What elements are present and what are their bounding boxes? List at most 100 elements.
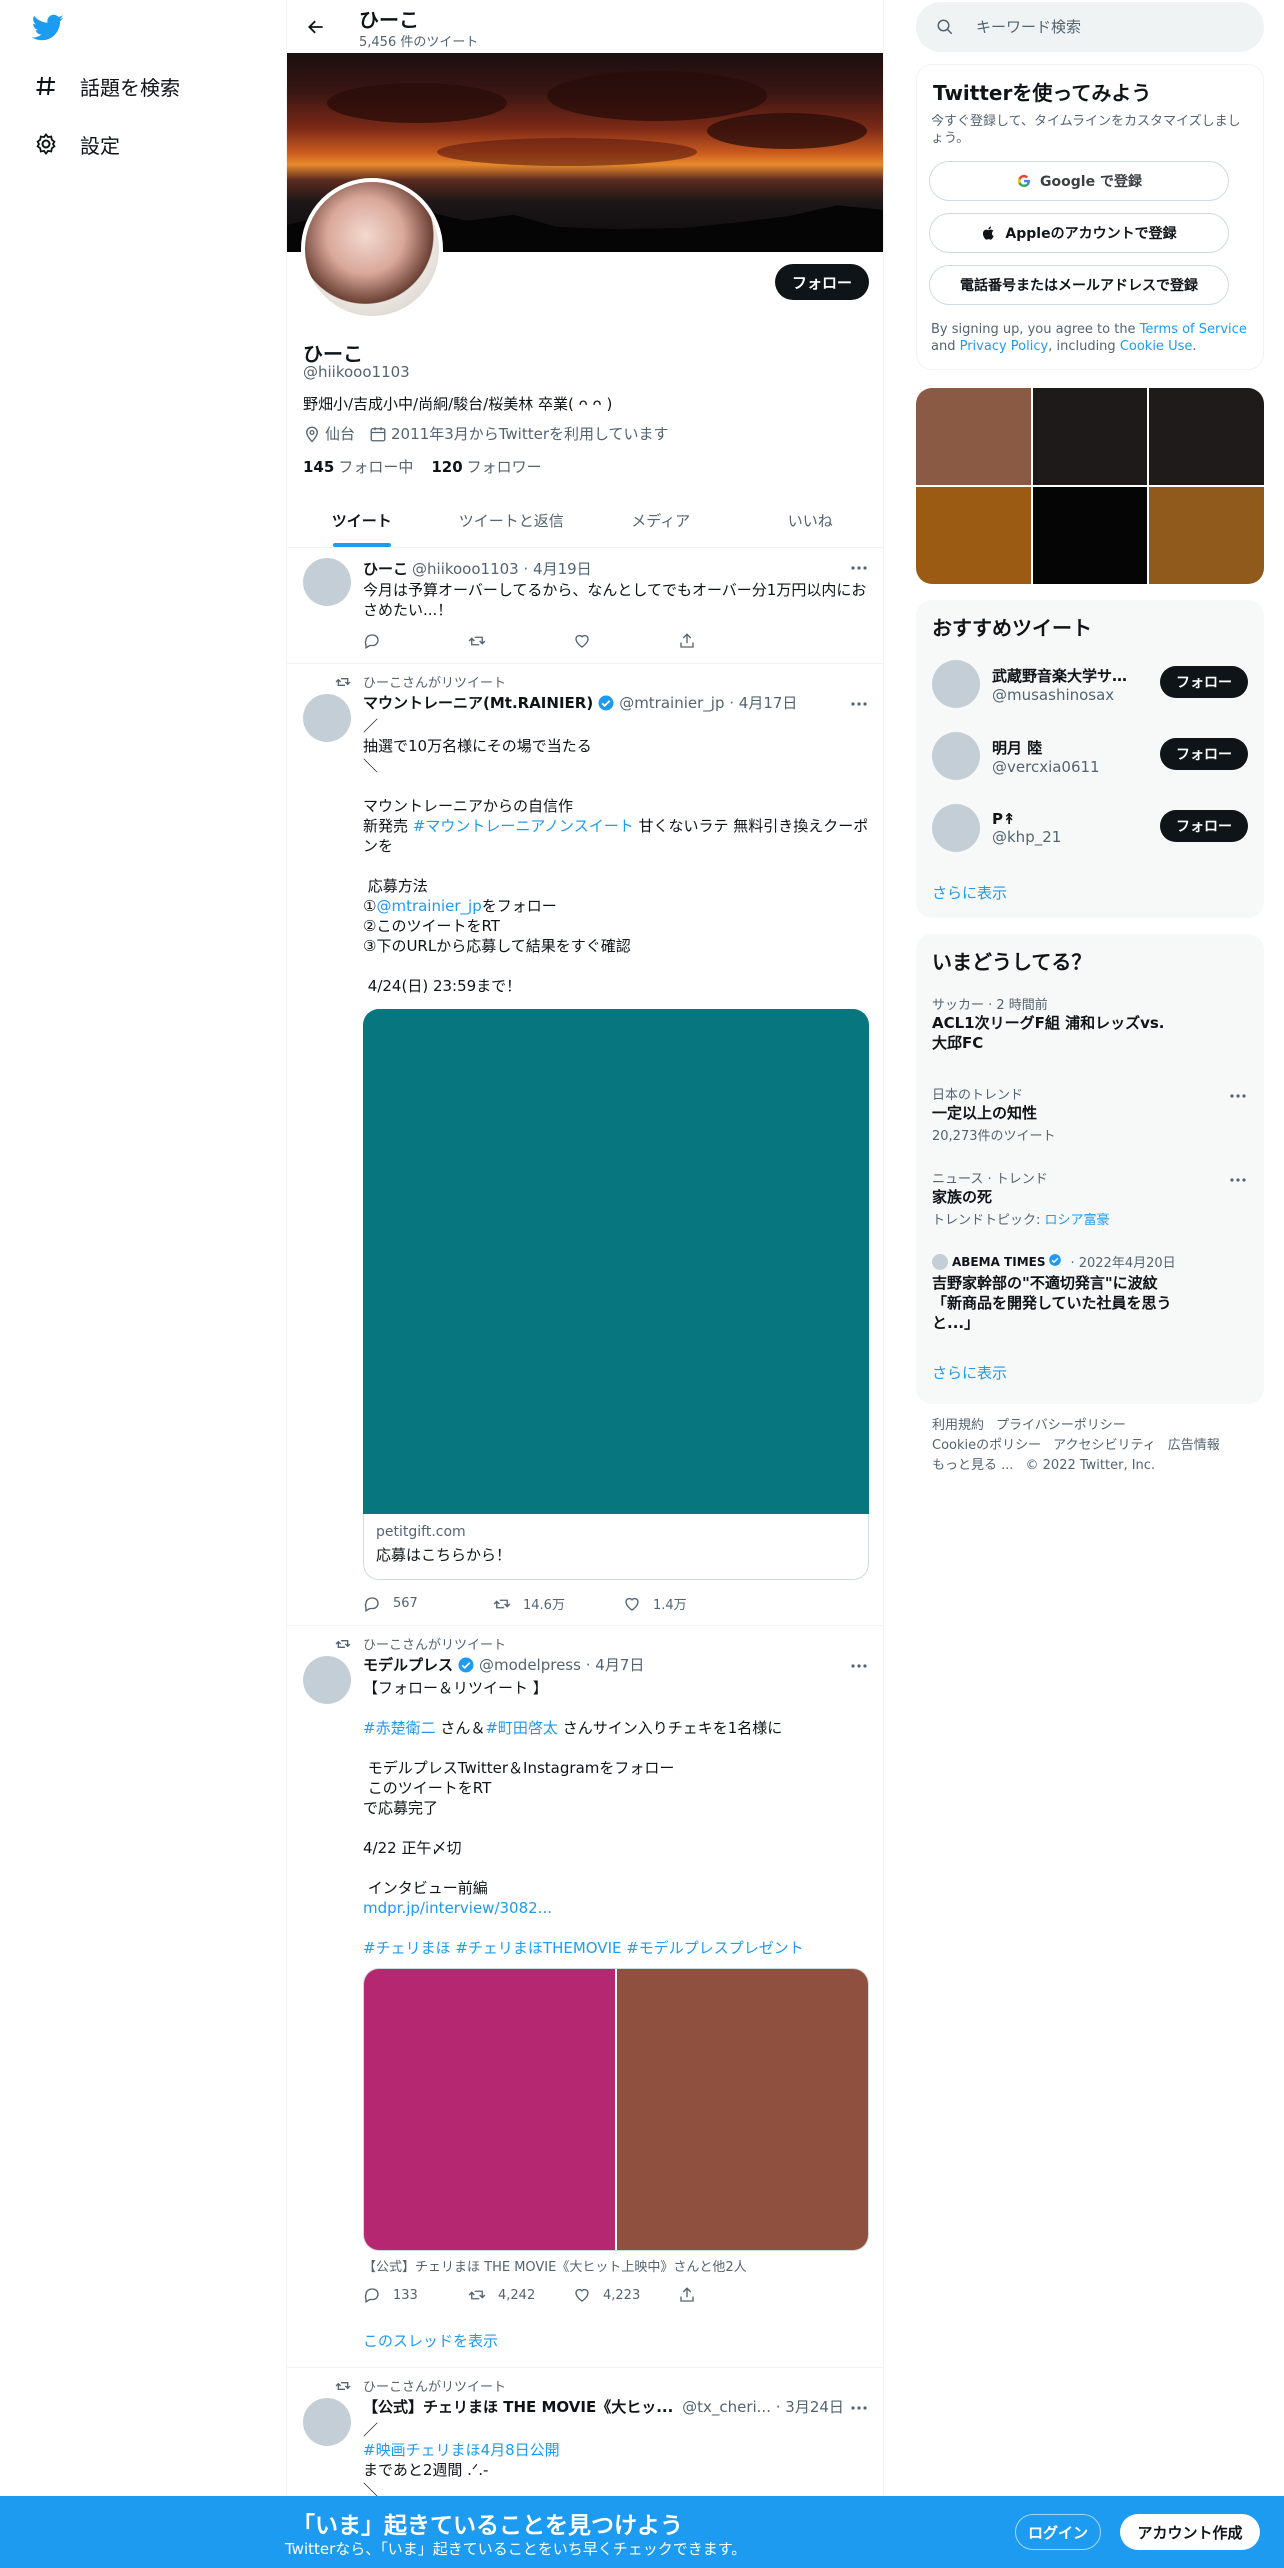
like-button[interactable]	[573, 632, 678, 650]
footer-link[interactable]: 利用規約	[932, 1418, 984, 1433]
back-arrow-icon[interactable]	[301, 12, 331, 42]
more-dots-icon[interactable]	[849, 694, 869, 714]
media-thumbnail[interactable]	[1149, 487, 1264, 584]
avatar[interactable]	[932, 804, 980, 852]
tweet-photo[interactable]	[617, 1969, 868, 2250]
suggested-user[interactable]: 武蔵野音楽大学サク... @musashinosax フォロー	[932, 656, 1248, 712]
tweet-avatar[interactable]	[303, 558, 351, 606]
phone-email-signup-button[interactable]: 電話番号またはメールアドレスで登録	[929, 265, 1229, 305]
media-thumbnail[interactable]	[916, 487, 1031, 584]
trend-item[interactable]: サッカー · 2 時間前 ACL1次リーグF組 浦和レッズvs.大邱FC	[932, 994, 1248, 1053]
retweet-icon	[335, 674, 351, 690]
hashtag-link[interactable]: #町田啓太	[485, 1719, 558, 1737]
following-link[interactable]: 145 フォロー中	[303, 456, 413, 477]
mention-link[interactable]: @mtrainier_jp	[376, 897, 481, 915]
follow-button[interactable]: フォロー	[775, 264, 869, 300]
tab-likes[interactable]: いいね	[736, 494, 884, 547]
tweet-card-footer[interactable]: petitgift.com 応募はこちらから！	[363, 1514, 869, 1580]
show-more-link[interactable]: さらに表示	[932, 882, 1007, 903]
followers-link[interactable]: 120 フォロワー	[431, 456, 541, 477]
footer-link[interactable]: アクセシビリティ	[1053, 1438, 1156, 1453]
footer-link[interactable]: もっと見る ...	[932, 1458, 1014, 1473]
tweet-avatar[interactable]	[303, 694, 351, 742]
apple-signup-button[interactable]: Appleのアカウントで登録	[929, 213, 1229, 253]
footer-link[interactable]: プライバシーポリシー	[996, 1418, 1126, 1433]
url-link[interactable]: mdpr.jp/interview/3082...	[363, 1899, 552, 1917]
suggested-user[interactable]: 明月 陸 @vercxia0611 フォロー	[932, 728, 1248, 784]
suggested-user-handle: @khp_21	[992, 828, 1062, 846]
tweet-header: ひーこ @hiikooo1103 · 4月19日	[363, 559, 592, 579]
footer-link[interactable]: 広告情報	[1168, 1438, 1220, 1453]
like-button[interactable]: 1.4万	[623, 1594, 753, 1613]
tweet-avatar[interactable]	[303, 1656, 351, 1704]
show-more-link[interactable]: さらに表示	[932, 1362, 1007, 1383]
more-dots-icon[interactable]	[849, 1656, 869, 1676]
tweet[interactable]: ひーこ @hiikooo1103 · 4月19日 今月は予算オーバーしてるから、な…	[287, 548, 883, 664]
tab-tweets[interactable]: ツイート	[287, 494, 437, 547]
tweet-avatar[interactable]	[303, 2398, 351, 2446]
media-thumbnail[interactable]	[1149, 388, 1264, 485]
retweet-button[interactable]: 14.6万	[493, 1594, 623, 1613]
google-signup-button[interactable]: Google で登録	[929, 161, 1229, 201]
bottom-bar-subtitle: Twitterなら、「いま」起きていることをいち早くチェックできます。	[285, 2540, 747, 2558]
retweet-button[interactable]	[468, 632, 573, 650]
trends-title: いまどうしてる？	[932, 950, 1092, 974]
tab-tweets-and-replies[interactable]: ツイートと返信	[437, 494, 587, 547]
tab-media[interactable]: メディア	[586, 494, 736, 547]
more-dots-icon[interactable]	[1228, 1170, 1248, 1190]
trend-item[interactable]: ニュース · トレンド 家族の死 トレンドトピック: ロシア富豪	[932, 1168, 1248, 1228]
more-dots-icon[interactable]	[849, 2398, 869, 2418]
reply-button[interactable]: 567	[363, 1594, 493, 1613]
topbar-name: ひーこ	[359, 8, 419, 32]
media-thumbnail[interactable]	[1032, 388, 1148, 485]
follow-button[interactable]: フォロー	[1160, 810, 1248, 842]
nav-explore[interactable]: 話題を検索	[32, 66, 180, 106]
avatar[interactable]	[932, 732, 980, 780]
privacy-link[interactable]: Privacy Policy	[960, 339, 1049, 354]
retweet-icon	[468, 2286, 486, 2304]
hashtag-link[interactable]: #赤楚衛二	[363, 1719, 436, 1737]
tweet-card-image[interactable]	[363, 1009, 869, 1514]
retweet-button[interactable]: 4,242	[468, 2286, 573, 2304]
terms-link[interactable]: Terms of Service	[1140, 322, 1247, 337]
media-tag-caption[interactable]: 【公式】チェリまほ THE MOVIE《大ヒット上映中》さんと他2人	[363, 2256, 747, 2275]
login-button[interactable]: ログイン	[1015, 2514, 1101, 2550]
cookie-link[interactable]: Cookie Use	[1120, 339, 1193, 354]
nav-settings[interactable]: 設定	[32, 124, 120, 164]
trend-item[interactable]: 日本のトレンド 一定以上の知性 20,273件のツイート	[932, 1084, 1248, 1144]
trend-topic-link[interactable]: ロシア富豪	[1045, 1213, 1110, 1228]
tweet-photo[interactable]	[364, 1969, 617, 2250]
media-thumbnail[interactable]	[1032, 487, 1148, 584]
footer-link[interactable]: Cookieのポリシー	[932, 1438, 1041, 1453]
verified-badge-icon	[597, 694, 615, 712]
like-button[interactable]: 4,223	[573, 2286, 678, 2304]
profile-avatar[interactable]	[301, 178, 443, 320]
search-bar[interactable]	[916, 2, 1264, 52]
follow-button[interactable]: フォロー	[1160, 666, 1248, 698]
reply-button[interactable]: 133	[363, 2286, 468, 2304]
heart-icon	[573, 632, 591, 650]
avatar[interactable]	[932, 660, 980, 708]
hashtag-link[interactable]: #マウントレーニアノンスイート	[413, 817, 634, 835]
suggested-user[interactable]: P↟ @khp_21 フォロー	[932, 800, 1248, 856]
share-button[interactable]	[678, 632, 783, 650]
show-thread-link[interactable]: このスレッドを表示	[363, 2330, 498, 2351]
media-thumbnail[interactable]	[916, 388, 1031, 485]
suggested-user-handle: @vercxia0611	[992, 757, 1100, 776]
create-account-button[interactable]: アカウント作成	[1120, 2514, 1260, 2550]
twitter-logo-icon[interactable]	[32, 14, 66, 44]
news-item[interactable]: ABEMA TIMES · 2022年4月20日 吉野家幹部の"不適切発言"に波…	[932, 1252, 1248, 1333]
hashtag-link[interactable]: #映画チェリまほ4月8日公開	[363, 2441, 560, 2459]
reply-button[interactable]	[363, 632, 468, 650]
card-domain: petitgift.com	[376, 1524, 466, 1540]
share-button[interactable]	[678, 2286, 783, 2304]
hashtag-links[interactable]: #チェリまほ #チェリまほTHEMOVIE #モデルプレスプレゼント	[363, 1939, 804, 1957]
left-nav: 話題を検索 設定	[0, 0, 286, 2568]
follow-button[interactable]: フォロー	[1160, 738, 1248, 770]
suggested-user-name: 武蔵野音楽大学サク...	[992, 666, 1142, 685]
more-dots-icon[interactable]	[1228, 1086, 1248, 1106]
profile-bio: 野畑小/吉成小中/尚絅/駿台/桜美林 卒業( ᴖ ᴖ )	[303, 395, 613, 413]
signup-bottom-bar: 「いま」起きていることを見つけよう Twitterなら、「いま」起きていることを…	[0, 2496, 1284, 2568]
search-input[interactable]	[976, 18, 1236, 36]
more-dots-icon[interactable]	[849, 558, 869, 578]
